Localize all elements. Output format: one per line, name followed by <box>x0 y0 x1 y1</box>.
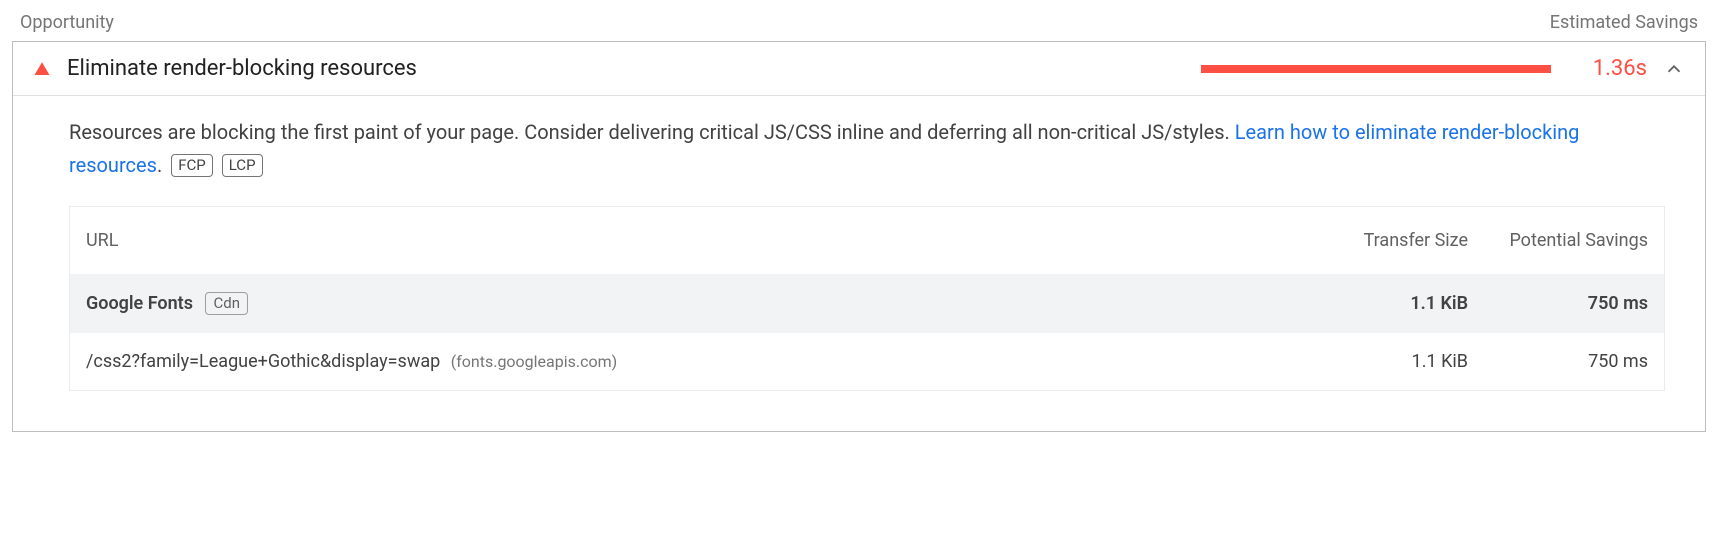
audits-header: Opportunity Estimated Savings <box>12 12 1706 41</box>
details-table: URL Transfer Size Potential Savings Goog… <box>69 206 1665 391</box>
col-header-url: URL <box>70 207 1304 274</box>
header-opportunity-label: Opportunity <box>20 12 114 33</box>
resource-path: /css2?family=League+Gothic&display=swap <box>86 351 440 372</box>
group-chip: Cdn <box>205 292 248 315</box>
group-potential-savings: 750 ms <box>1484 274 1664 333</box>
audit-description: Resources are blocking the first paint o… <box>69 116 1665 182</box>
group-transfer-size: 1.1 KiB <box>1304 274 1484 333</box>
chevron-up-icon <box>1663 58 1685 80</box>
row-potential-savings: 750 ms <box>1484 333 1664 390</box>
metric-tag-fcp: FCP <box>171 154 213 177</box>
row-transfer-size: 1.1 KiB <box>1304 333 1484 390</box>
description-text: Resources are blocking the first paint o… <box>69 120 1235 144</box>
savings-value: 1.36s <box>1567 56 1647 81</box>
metric-tag-lcp: LCP <box>222 154 263 177</box>
audit-panel: Eliminate render-blocking resources 1.36… <box>12 41 1706 432</box>
table-row: /css2?family=League+Gothic&display=swap … <box>70 333 1664 390</box>
resource-origin: (fonts.googleapis.com) <box>451 352 617 371</box>
description-tail: . <box>157 153 162 177</box>
group-label: Google Fonts <box>86 293 193 314</box>
table-group-row[interactable]: Google Fonts Cdn 1.1 KiB 750 ms <box>70 274 1664 333</box>
audit-summary-row[interactable]: Eliminate render-blocking resources 1.36… <box>13 42 1705 95</box>
audit-body: Resources are blocking the first paint o… <box>13 95 1705 431</box>
col-header-transfer-size: Transfer Size <box>1304 207 1484 274</box>
savings-bar <box>1201 65 1551 73</box>
header-savings-label: Estimated Savings <box>1550 12 1698 33</box>
table-header-row: URL Transfer Size Potential Savings <box>70 207 1664 274</box>
col-header-potential-savings: Potential Savings <box>1484 207 1664 274</box>
fail-triangle-icon <box>33 60 51 78</box>
audit-title: Eliminate render-blocking resources <box>67 56 417 81</box>
